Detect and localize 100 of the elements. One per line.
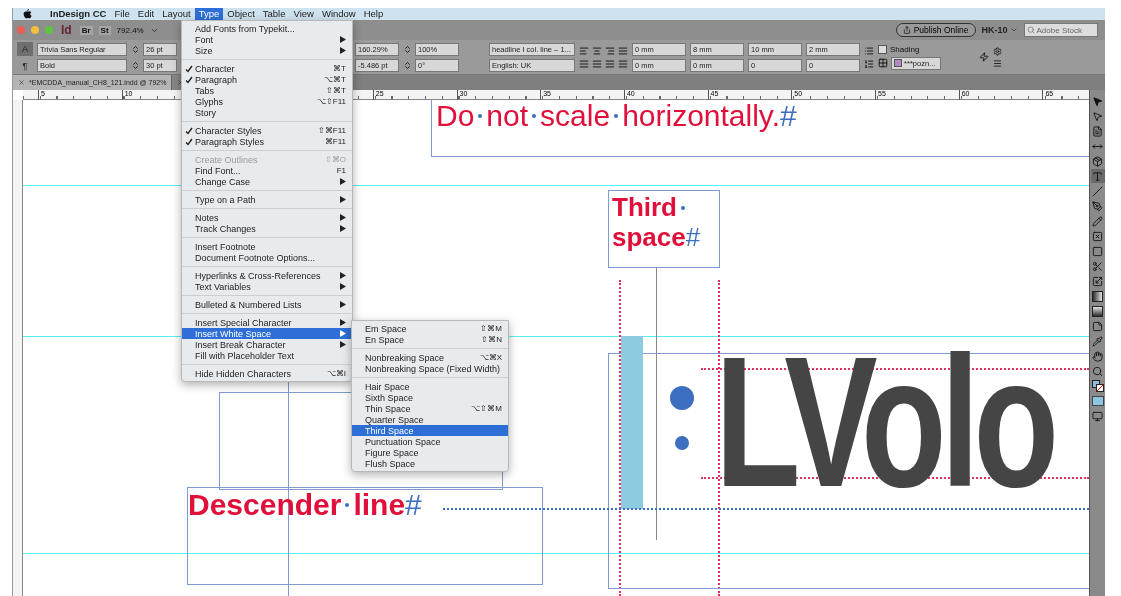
selection-arrow-icon <box>1092 95 1103 107</box>
menu-item[interactable]: Quarter Space <box>352 414 508 425</box>
justify-icon[interactable] <box>605 58 615 69</box>
menu-item[interactable]: Bulleted & Numbered Lists <box>182 299 352 310</box>
note-icon <box>1092 320 1103 332</box>
menu-item[interactable]: Change Case <box>182 176 352 187</box>
menu-title[interactable]: Edit <box>133 8 159 20</box>
menu-title[interactable]: Object <box>223 8 259 20</box>
menu-item[interactable]: Add Fonts from Typekit... <box>182 23 352 34</box>
menu-item[interactable]: Story <box>182 107 352 118</box>
menu-title[interactable]: File <box>110 8 134 20</box>
publish-online-button[interactable]: Publish Online <box>895 23 976 37</box>
stock-button[interactable]: St <box>98 25 111 35</box>
menu-title[interactable]: Type <box>194 8 224 20</box>
menu-item[interactable]: Paragraph Styles ⌘F11 <box>182 136 352 147</box>
menu-item[interactable]: Character ⌘T <box>182 63 352 74</box>
menu-title[interactable]: Window <box>317 8 360 20</box>
menu-item[interactable]: Thin Space ⌥⇧⌘M <box>352 403 508 414</box>
stepper-icon[interactable] <box>131 44 140 54</box>
search-field[interactable]: Adobe Stock <box>1023 23 1098 37</box>
justify-icon[interactable] <box>579 58 589 69</box>
menu-item[interactable]: Nonbreaking Space ⌥⌘X <box>352 352 508 363</box>
anchor-dot-icon <box>669 385 695 411</box>
menu-title[interactable]: View <box>289 8 318 20</box>
apple-logo-icon[interactable] <box>23 9 32 19</box>
stepper-icon[interactable] <box>131 60 140 70</box>
frame-text: horizontally. <box>622 100 780 134</box>
menu-item[interactable]: Paragraph ⌥⌘T <box>182 74 352 85</box>
frame-text: space <box>612 222 686 253</box>
submenu-arrow-icon <box>340 178 346 185</box>
menu-item[interactable]: Font <box>182 34 352 45</box>
menu-item[interactable]: Figure Space <box>352 447 508 458</box>
transform-icon <box>1092 275 1103 287</box>
menu-item[interactable]: Hair Space <box>352 381 508 392</box>
menu-item[interactable]: Text Variables <box>182 281 352 292</box>
menu-item[interactable]: Glyphs ⌥⇧F11 <box>182 96 352 107</box>
pencil-icon <box>1092 215 1103 227</box>
lightning-icon[interactable] <box>979 52 989 62</box>
zoom-icon <box>1092 365 1103 377</box>
menu-item[interactable]: Tabs ⇧⌘T <box>182 85 352 96</box>
fill-stroke-icon <box>1091 380 1104 392</box>
paragraph-end-mark: # <box>780 100 797 134</box>
menu-item[interactable]: Insert Break Character <box>182 339 352 350</box>
align-right-icon[interactable] <box>605 45 615 56</box>
workspace-dropdown[interactable]: HK-10 <box>981 25 1018 35</box>
menu-item[interactable]: Find Font... F1 <box>182 165 352 176</box>
tool-button[interactable] <box>1090 379 1105 393</box>
tool-button[interactable] <box>1090 289 1105 303</box>
app-menu[interactable]: InDesign CC <box>46 8 111 20</box>
gradient-icon <box>1092 290 1103 302</box>
type-tool-icon <box>1092 170 1103 182</box>
mode-button[interactable]: ¶ <box>17 58 33 73</box>
space-marker <box>532 114 537 119</box>
menu-item[interactable]: Hide Hidden Characters ⌥⌘I <box>182 368 352 379</box>
menu-item[interactable]: En Space ⇧⌘N <box>352 334 508 345</box>
menu-item[interactable]: Insert Special Character <box>182 317 352 328</box>
menu-item[interactable]: Size <box>182 45 352 56</box>
zoom-level[interactable]: 792.4% <box>116 25 144 35</box>
justify-icon[interactable] <box>592 58 602 69</box>
stepper-icon[interactable] <box>403 60 412 70</box>
large-sample-text: LVolo <box>715 330 1054 515</box>
align-center-icon[interactable] <box>592 45 602 56</box>
menu-item[interactable]: Insert Footnote <box>182 241 352 252</box>
grid-icon[interactable] <box>878 58 888 68</box>
shading-checkbox[interactable] <box>878 44 887 54</box>
gradient-feather-icon <box>1092 305 1103 317</box>
menu-icon[interactable] <box>993 58 1002 68</box>
search-icon <box>1026 26 1035 34</box>
align-left-icon[interactable] <box>579 45 589 56</box>
settings-icon[interactable] <box>993 46 1002 56</box>
direct-selection-icon <box>1092 110 1103 122</box>
page-icon <box>1092 125 1103 137</box>
menu-title[interactable]: Layout <box>158 8 195 20</box>
menu-item[interactable]: Fill with Placeholder Text <box>182 350 352 361</box>
menu-item[interactable]: Character Styles ⇧⌘F11 <box>182 125 352 136</box>
menu-item[interactable]: Third Space <box>352 425 508 436</box>
menu-item[interactable]: Track Changes <box>182 223 352 234</box>
justify-icon[interactable] <box>618 45 628 56</box>
menu-item[interactable]: Notes <box>182 212 352 223</box>
numbered-list-icon[interactable] <box>864 58 874 69</box>
justify-icon[interactable] <box>618 58 628 69</box>
menu-item[interactable]: Insert White Space <box>182 328 352 339</box>
tool-button[interactable] <box>1090 304 1105 318</box>
menu-item[interactable]: Type on a Path <box>182 194 352 205</box>
menu-item[interactable]: Punctuation Space <box>352 436 508 447</box>
menu-item[interactable]: Nonbreaking Space (Fixed Width) <box>352 363 508 374</box>
bullet-list-icon[interactable] <box>864 45 874 56</box>
menu-item[interactable]: Sixth Space <box>352 392 508 403</box>
paragraph-end-mark: # <box>405 488 422 523</box>
menu-title[interactable]: Table <box>258 8 290 20</box>
paragraph-end-mark: # <box>685 222 701 253</box>
bridge-button[interactable]: Br <box>79 25 93 35</box>
swatch-icon <box>894 59 902 67</box>
menu-title[interactable]: Help <box>359 8 388 20</box>
menu-item[interactable]: Hyperlinks & Cross-References <box>182 270 352 281</box>
stepper-icon[interactable] <box>403 44 412 54</box>
menu-item[interactable]: Em Space ⇧⌘M <box>352 323 508 334</box>
menu-item[interactable]: Document Footnote Options... <box>182 252 352 263</box>
menu-item[interactable]: Flush Space <box>352 458 508 469</box>
space-marker <box>478 114 483 119</box>
